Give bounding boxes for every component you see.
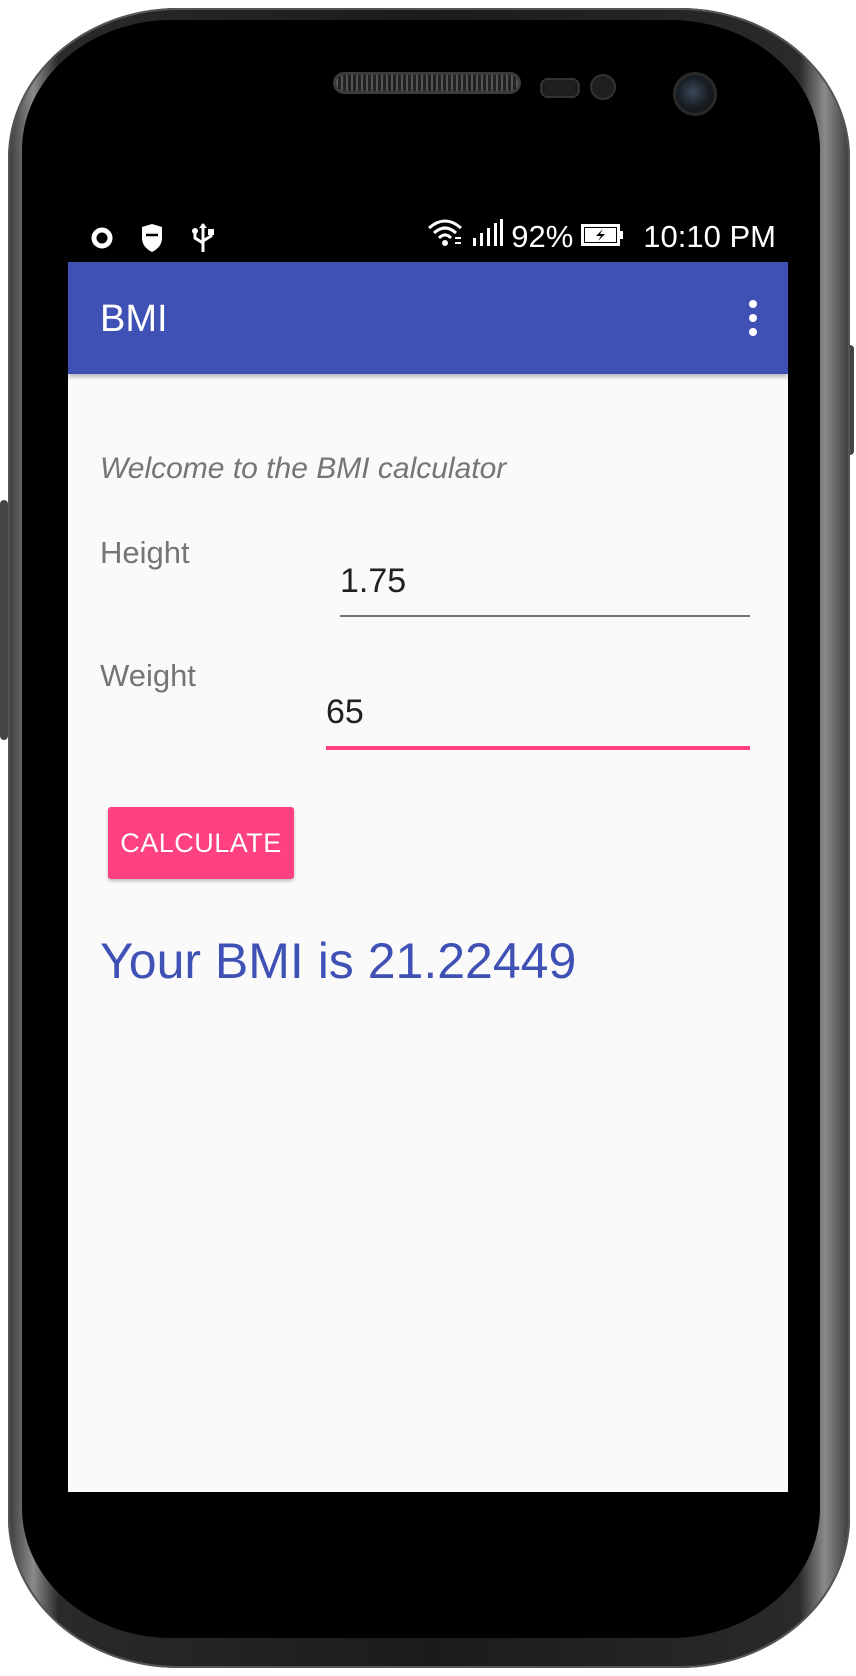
sync-icon xyxy=(90,226,114,255)
weight-input[interactable] xyxy=(326,688,750,750)
status-bar: 92% 10:10 PM xyxy=(68,212,788,262)
calculate-button[interactable]: CALCULATE xyxy=(108,807,294,879)
system-status: 92% 10:10 PM xyxy=(427,218,776,256)
battery-percent: 92% xyxy=(511,219,574,254)
app-bar: BMI xyxy=(68,262,788,374)
notification-icons xyxy=(90,222,216,259)
signal-icon xyxy=(471,218,504,256)
app-title: BMI xyxy=(100,298,168,340)
device-frame: 92% 10:10 PM BMI Welcome to the BMI calc… xyxy=(0,0,856,1676)
welcome-text: Welcome to the BMI calculator xyxy=(100,452,507,485)
shield-icon xyxy=(140,224,164,257)
weight-label: Weight xyxy=(100,658,196,693)
battery-charging-icon xyxy=(581,219,625,255)
height-input[interactable] xyxy=(340,557,750,617)
front-camera xyxy=(673,72,717,116)
usb-icon xyxy=(190,222,216,259)
overflow-menu-icon[interactable] xyxy=(748,300,758,340)
earpiece-speaker xyxy=(333,72,521,94)
bmi-result: Your BMI is 21.22449 xyxy=(100,933,577,989)
wifi-icon xyxy=(427,218,463,256)
clock: 10:10 PM xyxy=(643,219,776,254)
proximity-sensor xyxy=(540,78,580,98)
screen: 92% 10:10 PM BMI Welcome to the BMI calc… xyxy=(68,212,788,1492)
height-label: Height xyxy=(100,535,190,570)
volume-button xyxy=(0,500,8,740)
light-sensor xyxy=(590,74,616,100)
